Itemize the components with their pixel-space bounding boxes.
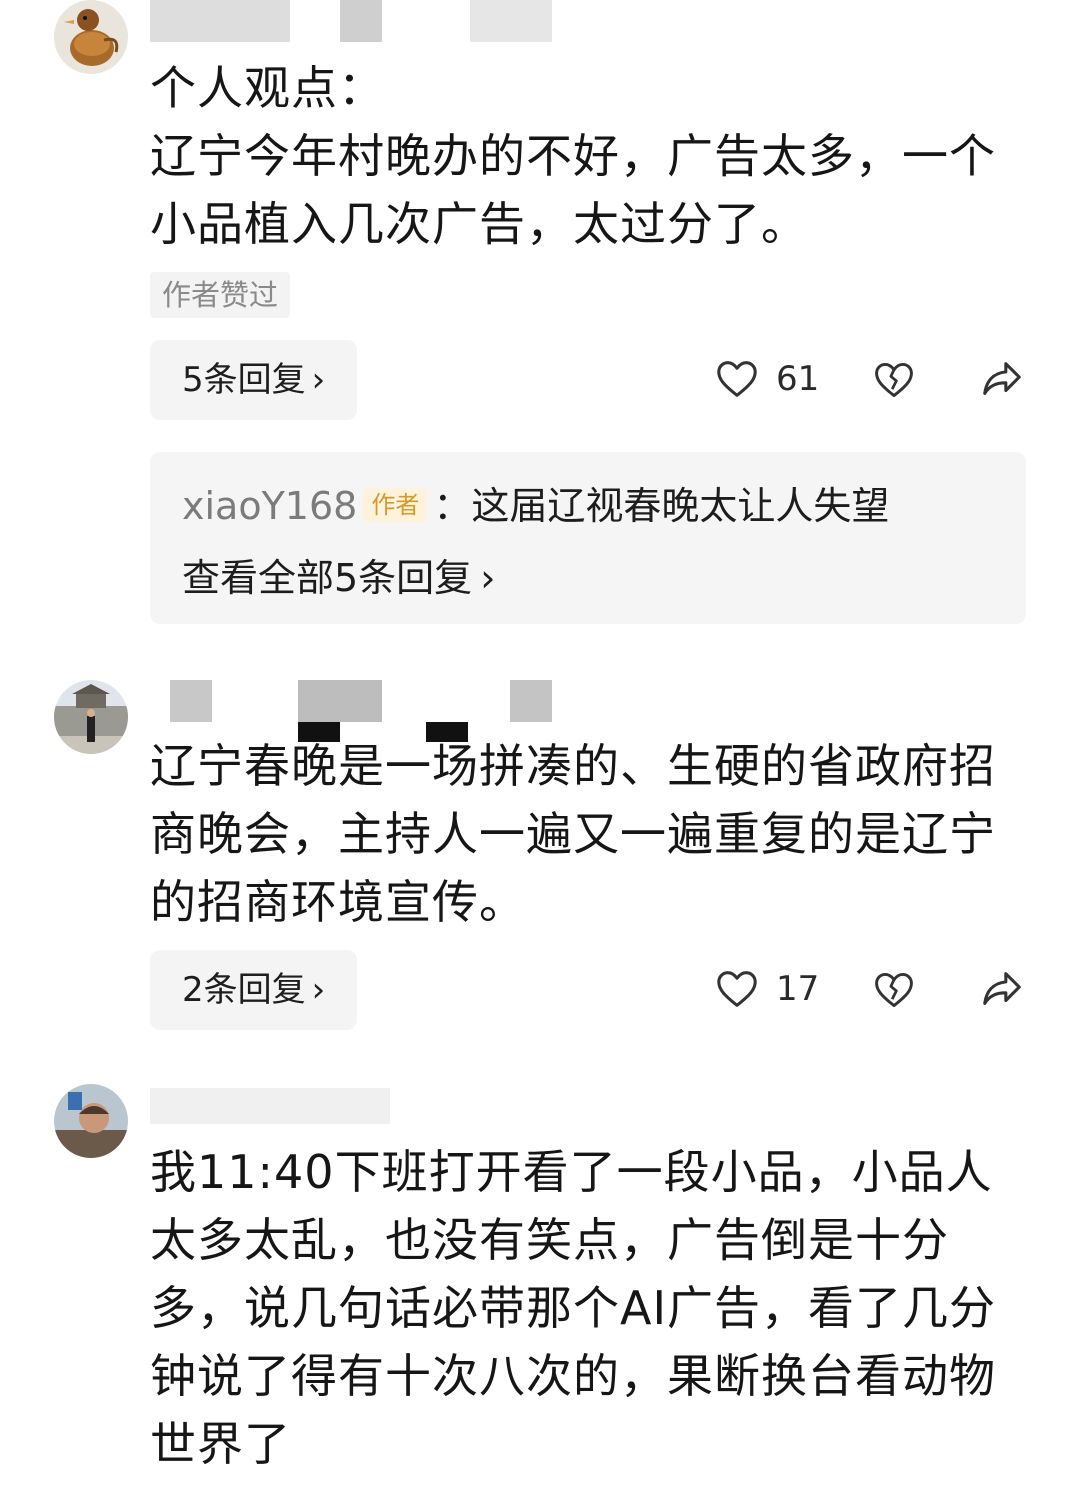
avatar[interactable] [54,0,128,74]
share-button[interactable] [978,356,1026,402]
duck-icon [54,0,128,74]
avatar[interactable] [54,680,128,754]
heart-icon [717,971,757,1007]
reply-text: 这届辽视春晚太让人失望 [471,484,890,528]
share-icon [983,362,1021,395]
broken-heart-icon [875,972,913,1008]
building-icon [54,680,128,754]
username-redacted [150,1088,390,1124]
username-redacted [298,680,382,722]
view-all-replies-link[interactable]: 查看全部5条回复 › [182,552,495,604]
chevron-right-icon: › [480,556,496,600]
reply-preview-line: xiaoY168 作者 ：这届辽视春晚太让人失望 [182,480,889,532]
username-redacted [150,0,290,42]
username-redacted [340,0,382,42]
comment-text: 辽宁春晚是一场拼凑的、生硬的省政府招 商晚会，主持人一遍又一遍重复的是辽宁 的招… [150,739,996,929]
author-tag: 作者 [363,488,428,522]
username-redacted [170,680,212,722]
like-count: 61 [776,359,820,399]
dislike-button[interactable] [872,358,916,402]
chevron-right-icon: › [311,970,326,1010]
person-icon [54,1084,128,1158]
share-icon [983,972,1021,1005]
avatar[interactable] [54,1084,128,1158]
chevron-right-icon: › [311,360,326,400]
broken-heart-icon [875,362,913,398]
comment-text: 个人观点： 辽宁今年村晚办的不好，广告太多，一个 小品植入几次广告，太过分了。 [150,61,996,251]
like-button[interactable]: 17 [714,966,819,1012]
username-redacted [510,680,552,722]
dislike-button[interactable] [872,968,916,1012]
replies-label: 5条回复 [182,360,306,400]
like-button[interactable]: 61 [714,356,819,402]
replies-button[interactable]: 5条回复 › [150,340,358,420]
replies-label: 2条回复 [182,970,306,1010]
like-count: 17 [776,969,820,1009]
view-all-label: 查看全部5条回复 [182,556,473,600]
comment-text: 我11:40下班打开看了一段小品，小品人 太多太乱，也没有笑点，广告倒是十分 多… [150,1145,997,1471]
reply-preview[interactable]: xiaoY168 作者 ：这届辽视春晚太让人失望 查看全部5条回复 › [150,452,1026,624]
reply-username[interactable]: xiaoY168 [182,484,357,528]
username-redacted [470,0,552,42]
reply-separator: ： [433,484,472,528]
heart-icon [717,361,757,397]
replies-button[interactable]: 2条回复 › [150,950,358,1030]
author-liked-badge: 作者赞过 [150,272,291,318]
share-button[interactable] [978,966,1026,1012]
